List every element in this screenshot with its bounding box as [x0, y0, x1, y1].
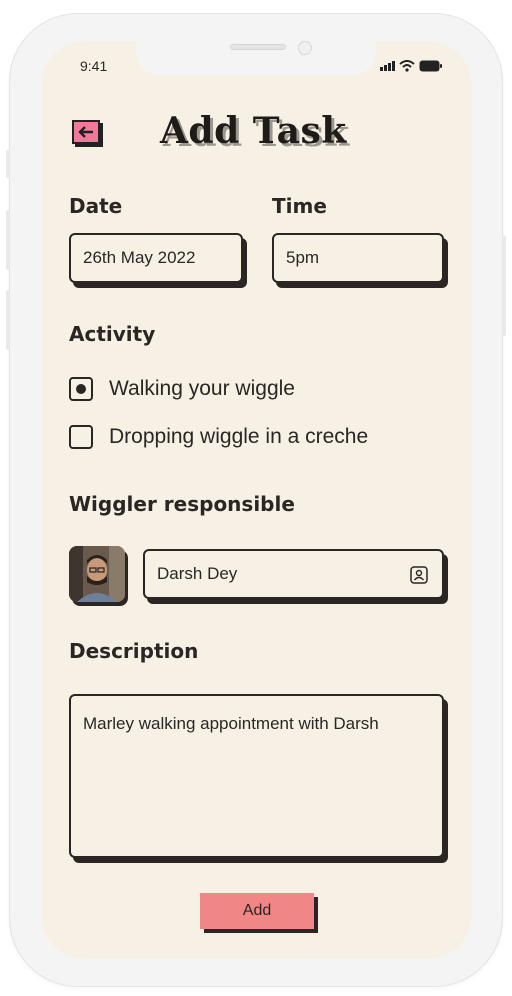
- description-label: Description: [69, 639, 199, 663]
- volume-up-button: [6, 210, 10, 270]
- responsible-label: Wiggler responsible: [69, 492, 295, 516]
- avatar: [69, 546, 125, 602]
- speaker: [230, 44, 286, 50]
- power-button: [502, 236, 506, 336]
- time-field[interactable]: 5pm: [272, 233, 444, 283]
- silent-switch: [6, 150, 10, 178]
- activity-option-label: Walking your wiggle: [109, 377, 295, 400]
- date-field[interactable]: 26th May 2022: [69, 233, 243, 283]
- responsible-field[interactable]: Darsh Dey: [143, 549, 444, 599]
- page-title: Add Task: [160, 110, 347, 152]
- battery-icon: [419, 60, 442, 72]
- activity-option-label: Dropping wiggle in a creche: [109, 425, 369, 448]
- activity-option-creche[interactable]: Dropping wiggle in a creche: [69, 425, 368, 449]
- activity-option-walking[interactable]: Walking your wiggle: [69, 377, 295, 401]
- status-icons: [380, 60, 443, 72]
- wifi-icon: [399, 60, 415, 72]
- signal-icon: [380, 61, 395, 71]
- front-camera: [298, 41, 312, 55]
- activity-label: Activity: [69, 322, 156, 346]
- contact-icon[interactable]: [410, 566, 428, 584]
- radio-unselected[interactable]: [69, 425, 93, 449]
- description-textarea[interactable]: Marley walking appointment with Darsh: [69, 694, 444, 858]
- date-label: Date: [69, 194, 123, 218]
- radio-selected[interactable]: [69, 377, 93, 401]
- time-label: Time: [272, 194, 327, 218]
- responsible-name: Darsh Dey: [157, 564, 238, 583]
- volume-down-button: [6, 290, 10, 350]
- back-arrow-icon: [78, 126, 93, 138]
- back-button[interactable]: [72, 120, 100, 144]
- add-button[interactable]: Add: [200, 893, 314, 929]
- status-time: 9:41: [80, 58, 108, 74]
